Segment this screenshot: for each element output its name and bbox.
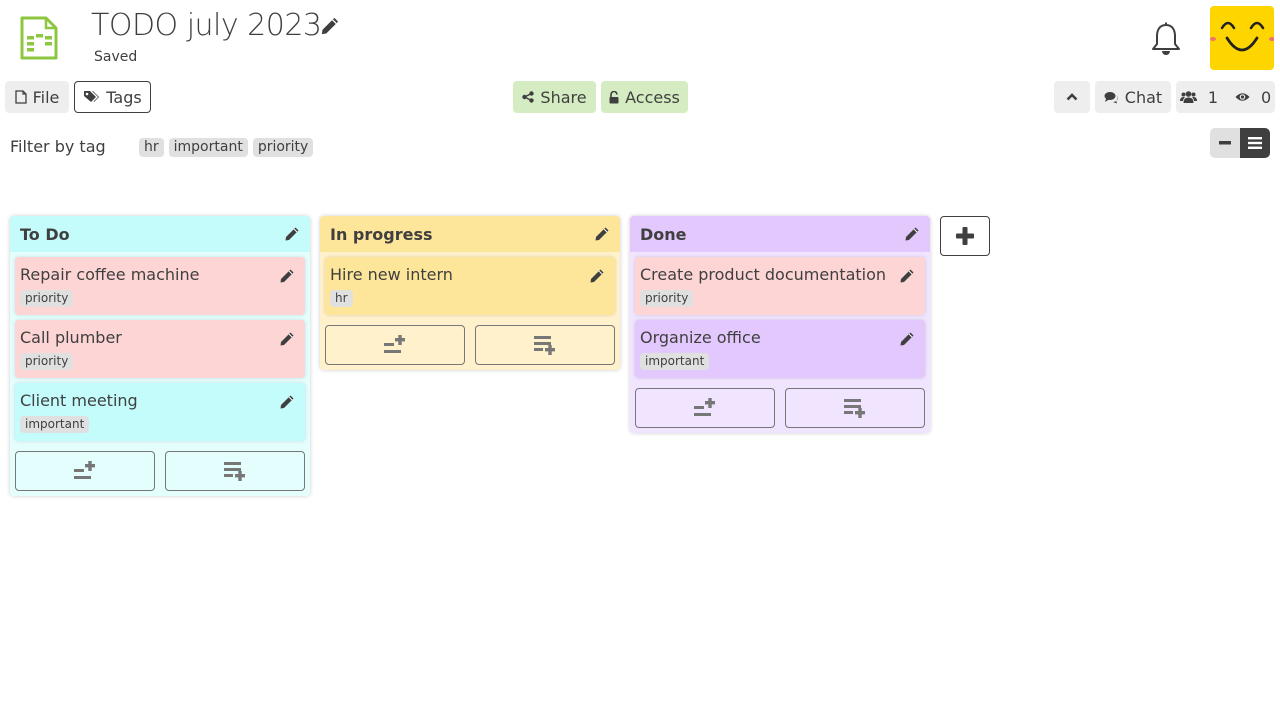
column-items: Hire new intern hr bbox=[320, 252, 620, 315]
add-item-bottom-button[interactable] bbox=[475, 325, 615, 365]
add-item-top-button[interactable] bbox=[15, 451, 155, 491]
add-to-bottom-icon bbox=[224, 462, 245, 481]
filter-tag-priority[interactable]: priority bbox=[252, 138, 314, 157]
kanban-card[interactable]: Organize office important bbox=[635, 320, 925, 378]
column-items: Repair coffee machine priority Call plum… bbox=[10, 252, 310, 441]
edit-card-pencil-icon[interactable] bbox=[899, 331, 915, 347]
filter-by-tag-label: Filter by tag bbox=[10, 137, 106, 156]
column-actions bbox=[10, 441, 310, 491]
add-item-bottom-button[interactable] bbox=[785, 388, 925, 428]
list-lines-icon bbox=[1248, 137, 1262, 149]
chat-bubble-icon bbox=[1104, 91, 1118, 103]
card-tag: hr bbox=[330, 290, 353, 307]
card-tag: important bbox=[20, 416, 90, 433]
tags-button[interactable]: Tags bbox=[74, 81, 151, 113]
filter-tag-list: hr important priority bbox=[139, 138, 314, 157]
column-title: Done bbox=[640, 224, 687, 244]
chevron-up-icon bbox=[1066, 93, 1078, 101]
card-tag: priority bbox=[20, 353, 74, 370]
card-title: Hire new intern bbox=[330, 265, 453, 284]
column-header: To Do bbox=[10, 216, 310, 252]
notifications-bell-icon[interactable] bbox=[1150, 22, 1182, 58]
viewers-count: 0 bbox=[1261, 87, 1272, 107]
column-header: In progress bbox=[320, 216, 620, 252]
card-title: Call plumber bbox=[20, 328, 122, 347]
kanban-card[interactable]: Create product documentation priority bbox=[635, 257, 925, 315]
add-to-top-icon bbox=[384, 335, 405, 353]
collapse-toolbar-button[interactable] bbox=[1054, 81, 1090, 113]
view-mode-toggle bbox=[1210, 128, 1270, 158]
column-title: To Do bbox=[20, 224, 70, 244]
tags-label: Tags bbox=[106, 87, 142, 107]
chat-label: Chat bbox=[1124, 87, 1163, 107]
column-items: Create product documentation priority Or… bbox=[630, 252, 930, 378]
compact-view-button[interactable] bbox=[1210, 128, 1240, 158]
share-label: Share bbox=[540, 87, 587, 107]
file-icon bbox=[14, 90, 27, 104]
kanban-card[interactable]: Repair coffee machine priority bbox=[15, 257, 305, 315]
add-to-bottom-icon bbox=[844, 399, 865, 418]
card-tag: priority bbox=[20, 290, 74, 307]
document-title: TODO july 2023 bbox=[91, 8, 322, 43]
kanban-card[interactable]: Call plumber priority bbox=[15, 320, 305, 378]
add-item-top-button[interactable] bbox=[635, 388, 775, 428]
edit-card-pencil-icon[interactable] bbox=[279, 394, 295, 410]
filter-tag-hr[interactable]: hr bbox=[139, 138, 164, 157]
add-item-bottom-button[interactable] bbox=[165, 451, 305, 491]
edit-card-pencil-icon[interactable] bbox=[899, 268, 915, 284]
board-column-todo: To Do Repair coffee machine priority Cal… bbox=[10, 216, 310, 496]
save-status: Saved bbox=[94, 49, 138, 65]
column-title: In progress bbox=[330, 224, 433, 244]
tags-icon bbox=[84, 91, 100, 102]
eye-icon bbox=[1235, 93, 1250, 101]
edit-card-pencil-icon[interactable] bbox=[589, 268, 605, 284]
edit-column-pencil-icon[interactable] bbox=[594, 226, 610, 242]
add-to-bottom-icon bbox=[534, 336, 555, 355]
user-avatar[interactable] bbox=[1210, 6, 1274, 70]
card-tag: priority bbox=[640, 290, 694, 307]
users-icon bbox=[1179, 91, 1197, 103]
edit-column-pencil-icon[interactable] bbox=[904, 226, 920, 242]
add-column-button[interactable] bbox=[940, 216, 990, 256]
card-title: Organize office bbox=[640, 328, 761, 347]
access-label: Access bbox=[625, 87, 680, 107]
kanban-card[interactable]: Hire new intern hr bbox=[325, 257, 615, 315]
board-column-in-progress: In progress Hire new intern hr bbox=[320, 216, 620, 370]
file-menu-button[interactable]: File bbox=[5, 81, 69, 113]
kanban-board: To Do Repair coffee machine priority Cal… bbox=[10, 216, 990, 496]
column-header: Done bbox=[630, 216, 930, 252]
smiley-face-icon bbox=[1210, 21, 1274, 52]
add-to-top-icon bbox=[694, 398, 715, 416]
column-actions bbox=[630, 378, 930, 428]
edit-column-pencil-icon[interactable] bbox=[284, 226, 300, 242]
edit-title-pencil-icon[interactable] bbox=[320, 16, 340, 36]
filter-tag-important[interactable]: important bbox=[168, 138, 248, 157]
card-tag: important bbox=[640, 353, 710, 370]
users-viewers-button[interactable]: 1 0 bbox=[1176, 81, 1275, 113]
edit-card-pencil-icon[interactable] bbox=[279, 268, 295, 284]
column-actions bbox=[320, 315, 620, 365]
share-button[interactable]: Share bbox=[513, 81, 596, 113]
edit-card-pencil-icon[interactable] bbox=[279, 331, 295, 347]
add-item-top-button[interactable] bbox=[325, 325, 465, 365]
card-title: Repair coffee machine bbox=[20, 265, 200, 284]
plus-icon bbox=[956, 227, 974, 245]
kanban-file-icon bbox=[20, 16, 58, 60]
kanban-card[interactable]: Client meeting important bbox=[15, 383, 305, 441]
expanded-view-button[interactable] bbox=[1240, 128, 1270, 158]
card-title: Create product documentation bbox=[640, 265, 887, 284]
file-menu-label: File bbox=[32, 87, 60, 107]
board-column-done: Done Create product documentation priori… bbox=[630, 216, 930, 433]
card-title: Client meeting bbox=[20, 391, 138, 410]
access-button[interactable]: Access bbox=[601, 81, 688, 113]
unlock-icon bbox=[609, 90, 619, 103]
share-icon bbox=[522, 91, 535, 103]
add-to-top-icon bbox=[74, 461, 95, 479]
minus-icon bbox=[1219, 141, 1231, 145]
chat-button[interactable]: Chat bbox=[1095, 81, 1171, 113]
users-count: 1 bbox=[1207, 87, 1218, 107]
